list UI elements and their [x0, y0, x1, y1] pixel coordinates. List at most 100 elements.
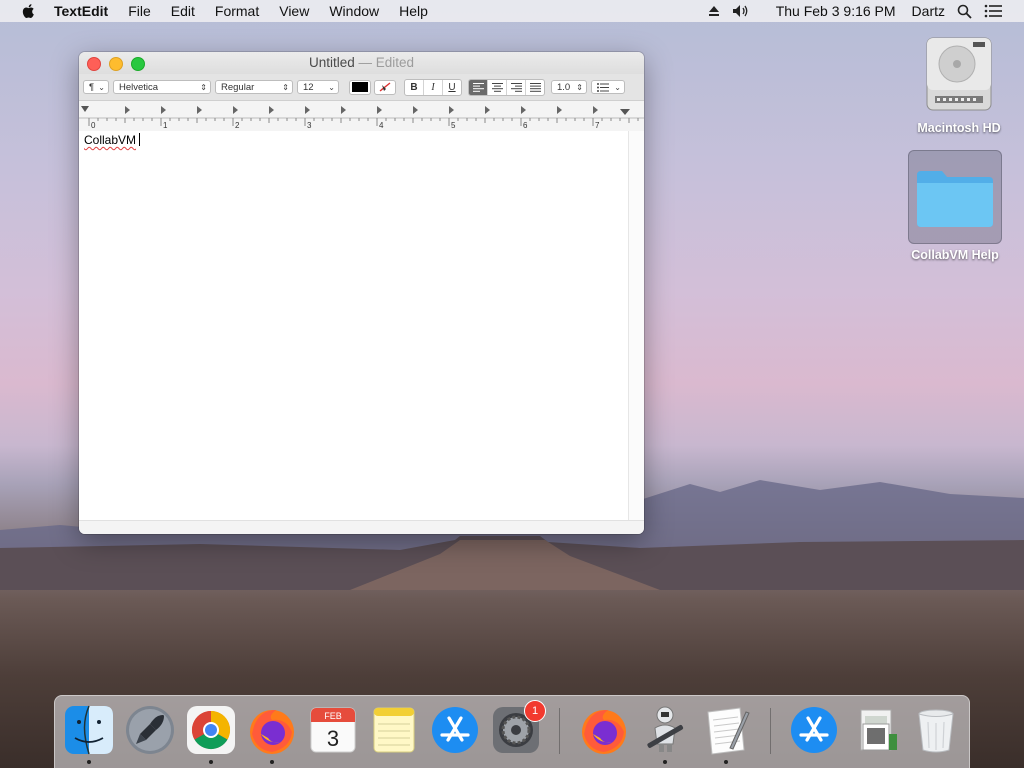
align-left-button[interactable]: [469, 79, 488, 95]
desktop-icon-macintosh-hd[interactable]: Macintosh HD: [904, 34, 1014, 135]
tab-stop-marker[interactable]: [341, 106, 346, 114]
dock-trash[interactable]: [910, 704, 962, 756]
firefox-icon: [582, 710, 626, 754]
menu-file[interactable]: File: [128, 3, 151, 19]
chevron-down-icon: ⌄: [614, 82, 621, 92]
desktop-icon-label: CollabVM Help: [911, 248, 999, 262]
font-style-popup[interactable]: Regular ⇕: [215, 80, 293, 94]
app-store-icon: [791, 707, 837, 753]
dock-chrome[interactable]: [185, 704, 237, 764]
italic-button[interactable]: I: [424, 79, 443, 95]
app-store-icon: [432, 707, 478, 753]
spotlight-search-icon[interactable]: [957, 4, 972, 19]
menu-bar: TextEdit File Edit Format View Window He…: [0, 0, 1024, 22]
underline-button[interactable]: U: [443, 80, 461, 95]
desktop-icon-collabvm-help[interactable]: CollabVM Help: [900, 150, 1010, 262]
tab-stop-marker[interactable]: [269, 106, 274, 114]
finder-icon: [65, 705, 113, 755]
folder-icon: [917, 171, 993, 227]
menu-format[interactable]: Format: [215, 3, 259, 19]
tab-stop-marker[interactable]: [449, 106, 454, 114]
align-right-icon: [510, 82, 522, 92]
dock-separator: [559, 708, 560, 754]
dock-automator[interactable]: [639, 704, 691, 764]
text-color-well[interactable]: [349, 79, 371, 95]
desktop-icon-label: Macintosh HD: [917, 121, 1001, 135]
align-right-button[interactable]: [507, 79, 526, 95]
chevron-down-icon: ⌄: [328, 82, 335, 92]
document-text-area[interactable]: CollabVM: [79, 131, 628, 520]
font-family-popup[interactable]: Helvetica ⇕: [113, 80, 211, 94]
window-bottom-strip: [79, 520, 644, 534]
ruler[interactable]: 0 1 2 3 4 5 6 7: [79, 101, 644, 132]
tab-stop-marker[interactable]: [593, 106, 598, 114]
ruler-label: 5: [451, 121, 456, 130]
tab-stop-marker[interactable]: [161, 106, 166, 114]
ruler-label: 3: [307, 121, 312, 130]
dock-system-preferences[interactable]: 1: [490, 700, 546, 756]
apple-menu-icon[interactable]: [20, 2, 38, 20]
trash-icon: [918, 709, 954, 753]
background-color-well[interactable]: [374, 79, 396, 95]
dock-textedit[interactable]: [700, 704, 752, 764]
volume-icon[interactable]: [732, 4, 750, 18]
menu-app-name[interactable]: TextEdit: [54, 3, 108, 19]
alignment-segment: [468, 78, 545, 96]
dock-downloads-stack[interactable]: [849, 704, 901, 756]
edited-indicator: — Edited: [358, 55, 415, 70]
tab-stop-marker[interactable]: [485, 106, 490, 114]
right-indent-marker[interactable]: [620, 109, 630, 115]
list-bullets-popup[interactable]: ⌄: [591, 80, 625, 94]
vertical-scroll-track[interactable]: [628, 131, 644, 520]
up-down-arrows-icon: ⇕: [576, 82, 583, 92]
font-style-value: Regular: [221, 81, 255, 93]
left-indent-marker[interactable]: [81, 106, 89, 112]
menu-user[interactable]: Dartz: [912, 3, 945, 19]
align-center-button[interactable]: [488, 79, 507, 95]
chevron-down-icon: ⌄: [98, 82, 105, 92]
align-justify-button[interactable]: [526, 80, 544, 95]
line-spacing-popup[interactable]: 1.0 ⇕: [551, 80, 587, 94]
notification-badge: 1: [524, 700, 546, 722]
tab-stop-marker[interactable]: [197, 106, 202, 114]
menu-view[interactable]: View: [279, 3, 309, 19]
document-text: CollabVM: [84, 133, 141, 147]
dock-notes[interactable]: [368, 704, 420, 756]
chrome-icon: [187, 706, 235, 754]
dock-finder[interactable]: [63, 704, 115, 764]
tab-stop-marker[interactable]: [557, 106, 562, 114]
notification-center-icon[interactable]: [984, 4, 1002, 18]
eject-icon[interactable]: [708, 5, 720, 17]
window-title: Untitled — Edited: [79, 55, 644, 70]
dock-firefox[interactable]: [246, 704, 298, 764]
firefox-icon: [250, 710, 294, 754]
tab-stop-marker[interactable]: [413, 106, 418, 114]
dock-app-store-folder[interactable]: [788, 704, 840, 756]
textedit-window: Untitled — Edited ¶ ⌄ Helvetica ⇕ Regular ⇕…: [79, 52, 644, 534]
tab-stop-marker[interactable]: [377, 106, 382, 114]
calendar-icon: FEB 3: [310, 707, 356, 753]
dock-launchpad[interactable]: [124, 704, 176, 756]
bold-button[interactable]: B: [405, 79, 424, 95]
tab-stop-marker[interactable]: [305, 106, 310, 114]
tab-stop-marker[interactable]: [521, 106, 526, 114]
dock-app-store[interactable]: [429, 704, 481, 756]
menu-window[interactable]: Window: [329, 3, 379, 19]
menu-edit[interactable]: Edit: [171, 3, 195, 19]
window-titlebar[interactable]: Untitled — Edited: [79, 52, 644, 74]
font-size-combo[interactable]: 12 ⌄: [297, 80, 339, 94]
running-indicator: [87, 760, 91, 764]
format-toolbar: ¶ ⌄ Helvetica ⇕ Regular ⇕ 12 ⌄ B I U 1.0…: [79, 74, 644, 101]
paragraph-style-popup[interactable]: ¶ ⌄: [83, 80, 109, 94]
ruler-label: 2: [235, 121, 240, 130]
align-left-icon: [472, 82, 484, 92]
dock-firefox-alt[interactable]: [578, 704, 630, 756]
menu-help[interactable]: Help: [399, 3, 428, 19]
ruler-label: 0: [91, 121, 96, 130]
tab-stop-marker[interactable]: [125, 106, 130, 114]
up-down-arrows-icon: ⇕: [282, 82, 289, 92]
tab-stop-marker[interactable]: [233, 106, 238, 114]
dock-calendar[interactable]: FEB 3: [307, 704, 359, 756]
calendar-month: FEB: [324, 711, 342, 721]
menu-clock[interactable]: Thu Feb 3 9:16 PM: [776, 3, 896, 19]
